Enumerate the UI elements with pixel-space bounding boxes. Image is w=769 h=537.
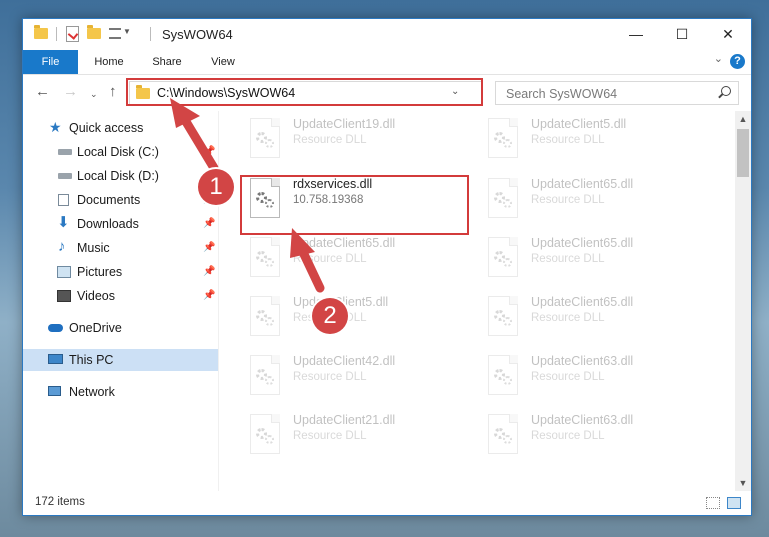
arrow-2: [297, 245, 325, 293]
arrow-2-head: [290, 228, 315, 258]
arrow-1-head: [170, 98, 200, 128]
step-1-badge: 1: [198, 169, 234, 205]
annotation-arrows: [170, 98, 325, 293]
step-2-badge: 2: [312, 298, 348, 334]
arrow-1: [180, 115, 219, 173]
